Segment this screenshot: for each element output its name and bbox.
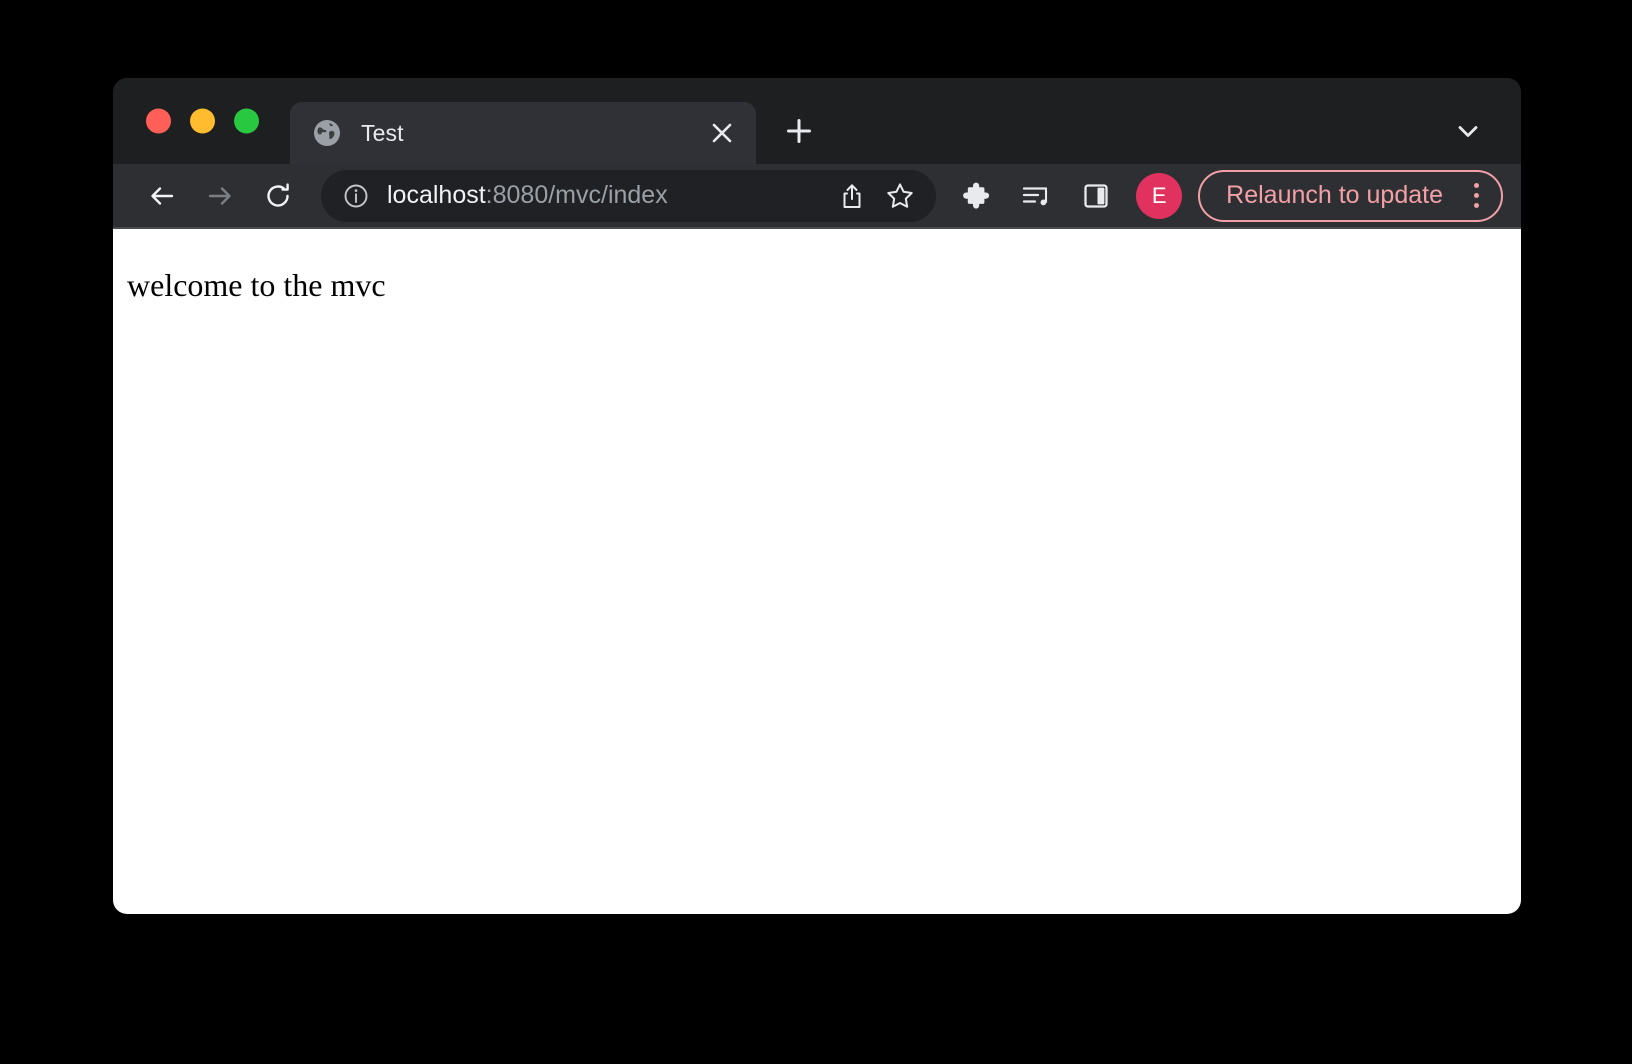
star-icon[interactable] bbox=[878, 174, 922, 218]
reload-icon[interactable] bbox=[255, 173, 301, 219]
page-viewport: welcome to the mvc bbox=[113, 229, 1521, 914]
tab-test[interactable]: Test bbox=[290, 102, 756, 164]
menu-dot bbox=[1474, 193, 1479, 198]
chevron-down-icon[interactable] bbox=[1439, 102, 1497, 160]
three-dots-vertical-icon[interactable] bbox=[1461, 175, 1491, 217]
screen: Test bbox=[0, 0, 1632, 1064]
browser-window: Test bbox=[113, 78, 1521, 914]
menu-dot bbox=[1474, 183, 1479, 188]
window-minimize-button[interactable] bbox=[190, 109, 215, 134]
arrow-left-icon[interactable] bbox=[139, 173, 185, 219]
menu-dot bbox=[1474, 203, 1479, 208]
media-playlist-icon[interactable] bbox=[1012, 172, 1060, 220]
window-close-button[interactable] bbox=[146, 109, 171, 134]
side-panel-icon[interactable] bbox=[1072, 172, 1120, 220]
share-icon[interactable] bbox=[830, 174, 874, 218]
browser-toolbar: localhost:8080/mvc/index bbox=[113, 164, 1521, 229]
relaunch-to-update-label: Relaunch to update bbox=[1226, 181, 1443, 210]
plus-icon[interactable] bbox=[768, 102, 830, 160]
globe-icon bbox=[313, 119, 341, 147]
url-text[interactable]: localhost:8080/mvc/index bbox=[387, 181, 830, 210]
puzzle-icon[interactable] bbox=[952, 172, 1000, 220]
tab-title: Test bbox=[361, 120, 702, 147]
info-circle-icon[interactable] bbox=[341, 181, 371, 211]
avatar-initial: E bbox=[1152, 183, 1167, 209]
address-bar[interactable]: localhost:8080/mvc/index bbox=[321, 170, 936, 222]
avatar[interactable]: E bbox=[1136, 173, 1182, 219]
close-icon[interactable] bbox=[702, 113, 742, 153]
arrow-right-icon[interactable] bbox=[197, 173, 243, 219]
relaunch-to-update-button[interactable]: Relaunch to update bbox=[1198, 170, 1503, 222]
tab-strip: Test bbox=[113, 78, 1521, 164]
url-path: :8080/mvc/index bbox=[486, 181, 668, 209]
page-heading: welcome to the mvc bbox=[127, 267, 386, 304]
url-host: localhost bbox=[387, 181, 486, 209]
traffic-light-controls bbox=[146, 109, 259, 134]
window-maximize-button[interactable] bbox=[234, 109, 259, 134]
